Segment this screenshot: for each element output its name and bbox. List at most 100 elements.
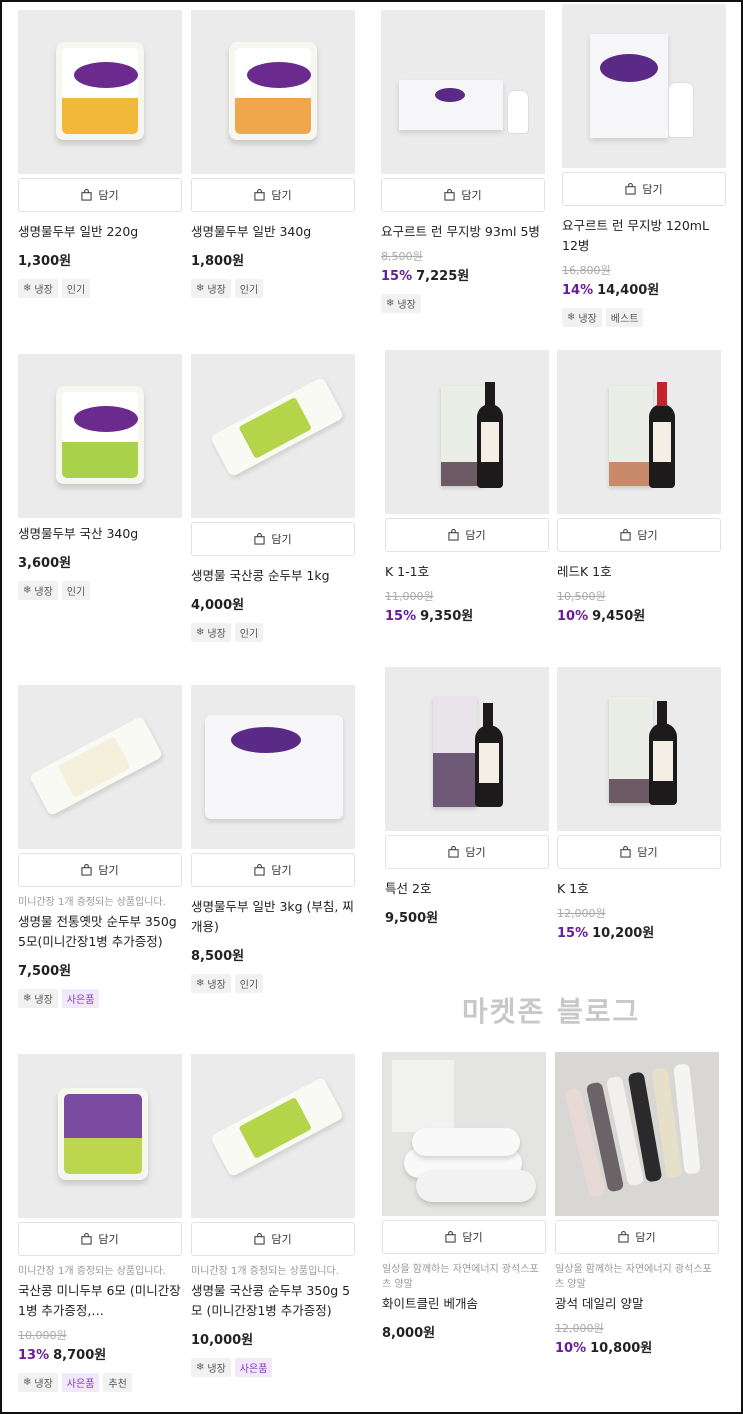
product-name[interactable]: 국산콩 미니두부 6모 (미니간장1병 추가증정,… bbox=[18, 1281, 182, 1321]
shopping-bag-icon bbox=[81, 864, 93, 876]
cart-label: 담기 bbox=[98, 864, 119, 877]
product-name[interactable]: 생명물두부 국산 340g bbox=[18, 524, 182, 544]
product-card[interactable]: 담기 일상을 함께하는 자연에너지 광석스포츠 양말 광석 데일리 양말 12,… bbox=[555, 1052, 719, 1356]
product-card[interactable]: 담기 요구르트 런 무지방 120mL 12병 16,800원 14% 14,40… bbox=[562, 4, 726, 327]
product-image[interactable] bbox=[557, 667, 721, 831]
product-image[interactable] bbox=[191, 1054, 355, 1218]
product-card[interactable]: 담기 미니간장 1개 증정되는 상품입니다. 생명물 전통옛맛 순두부 350g… bbox=[18, 685, 182, 1008]
discount-rate: 14% bbox=[562, 283, 594, 298]
snowflake-icon: ❄ bbox=[196, 283, 205, 294]
product-card[interactable]: 담기 미니간장 1개 증정되는 상품입니다. 국산콩 미니두부 6모 (미니간장… bbox=[18, 1054, 182, 1392]
product-card[interactable]: 담기 생명물두부 일반 3kg (부침, 찌개용) 8,500원 ❄ 냉장 인기 bbox=[191, 685, 355, 993]
shopping-bag-icon bbox=[445, 1231, 457, 1243]
cart-label: 담기 bbox=[642, 183, 663, 196]
product-image[interactable] bbox=[18, 354, 182, 518]
product-price: 14% 14,400원 bbox=[562, 283, 660, 298]
product-name[interactable]: K 1-1호 bbox=[385, 562, 549, 582]
product-card[interactable]: 담기 생명물두부 일반 220g 1,300원 ❄ 냉장 인기 bbox=[18, 10, 182, 298]
add-to-cart-button[interactable]: 담기 bbox=[557, 518, 721, 552]
product-name[interactable]: 생명물 국산콩 순두부 1kg bbox=[191, 566, 355, 586]
add-to-cart-button[interactable]: 담기 bbox=[191, 853, 355, 887]
product-image[interactable] bbox=[191, 685, 355, 849]
product-card[interactable]: 담기 일상을 함께하는 자연에너지 광석스포츠 양말 화이트클린 베개솜 8,0… bbox=[382, 1052, 546, 1341]
add-to-cart-button[interactable]: 담기 bbox=[385, 518, 549, 552]
product-name[interactable]: 생명물 전통옛맛 순두부 350g 5모(미니간장1병 추가증정) bbox=[18, 912, 182, 952]
add-to-cart-button[interactable]: 담기 bbox=[381, 178, 545, 212]
product-name[interactable]: 광석 데일리 양말 bbox=[555, 1294, 719, 1314]
product-image[interactable] bbox=[381, 10, 545, 174]
product-card[interactable]: 생명물두부 국산 340g 3,600원 ❄ 냉장 인기 bbox=[18, 354, 182, 600]
product-name[interactable]: 생명물두부 일반 340g bbox=[191, 222, 355, 242]
product-image[interactable] bbox=[562, 4, 726, 168]
shopping-bag-icon bbox=[81, 1233, 93, 1245]
add-to-cart-button[interactable]: 담기 bbox=[18, 178, 182, 212]
product-card[interactable]: 담기 레드K 1호 10,500원 10% 9,450원 bbox=[557, 350, 721, 624]
snowflake-icon: ❄ bbox=[196, 627, 205, 638]
product-card[interactable]: 담기 생명물 국산콩 순두부 1kg 4,000원 ❄ 냉장 인기 bbox=[191, 354, 355, 642]
tag-refrigerated: ❄ 냉장 bbox=[191, 1358, 231, 1377]
snowflake-icon: ❄ bbox=[23, 283, 32, 294]
cart-label: 담기 bbox=[637, 529, 658, 542]
product-name[interactable]: 생명물두부 일반 3kg (부침, 찌개용) bbox=[191, 897, 355, 937]
product-image[interactable] bbox=[382, 1052, 546, 1216]
tag-popular: 인기 bbox=[234, 974, 264, 993]
shopping-bag-icon bbox=[625, 183, 637, 195]
add-to-cart-button[interactable]: 담기 bbox=[557, 835, 721, 869]
snowflake-icon: ❄ bbox=[23, 585, 32, 596]
cart-label: 담기 bbox=[465, 529, 486, 542]
product-card[interactable]: 담기 특선 2호 9,500원 bbox=[385, 667, 549, 926]
snowflake-icon: ❄ bbox=[386, 298, 395, 309]
product-image[interactable] bbox=[191, 354, 355, 518]
add-to-cart-button[interactable]: 담기 bbox=[18, 853, 182, 887]
product-image[interactable] bbox=[18, 685, 182, 849]
product-name[interactable]: 레드K 1호 bbox=[557, 562, 721, 582]
snowflake-icon: ❄ bbox=[196, 1362, 205, 1373]
tag-popular: 인기 bbox=[61, 279, 91, 298]
add-to-cart-button[interactable]: 담기 bbox=[191, 178, 355, 212]
product-name[interactable]: 요구르트 런 무지방 93ml 5병 bbox=[381, 222, 545, 242]
product-name[interactable]: 생명물 국산콩 순두부 350g 5모 (미니간장1병 추가증정) bbox=[191, 1281, 355, 1321]
add-to-cart-button[interactable]: 담기 bbox=[385, 835, 549, 869]
product-card[interactable]: 담기 생명물두부 일반 340g 1,800원 ❄ 냉장 인기 bbox=[191, 10, 355, 298]
add-to-cart-button[interactable]: 담기 bbox=[382, 1220, 546, 1254]
tag-refrigerated: ❄ 냉장 bbox=[18, 1373, 58, 1392]
product-image[interactable] bbox=[191, 10, 355, 174]
snowflake-icon: ❄ bbox=[567, 312, 576, 323]
add-to-cart-button[interactable]: 담기 bbox=[191, 1222, 355, 1256]
product-name[interactable]: 특선 2호 bbox=[385, 879, 549, 899]
add-to-cart-button[interactable]: 담기 bbox=[562, 172, 726, 206]
original-price: 10,000원 bbox=[18, 1329, 67, 1342]
snowflake-icon: ❄ bbox=[23, 1377, 32, 1388]
cart-label: 담기 bbox=[271, 864, 292, 877]
product-image[interactable] bbox=[557, 350, 721, 514]
discount-rate: 15% bbox=[557, 926, 589, 941]
product-price: 8,000원 bbox=[382, 1326, 436, 1341]
tag-refrigerated: ❄ 냉장 bbox=[191, 974, 231, 993]
product-card[interactable]: 담기 요구르트 런 무지방 93ml 5병 8,500원 15% 7,225원 ❄… bbox=[381, 10, 545, 313]
original-price: 10,500원 bbox=[557, 590, 606, 603]
add-to-cart-button[interactable]: 담기 bbox=[555, 1220, 719, 1254]
product-name[interactable]: 요구르트 런 무지방 120mL 12병 bbox=[562, 216, 726, 256]
cart-label: 담기 bbox=[98, 189, 119, 202]
product-image[interactable] bbox=[385, 667, 549, 831]
product-image[interactable] bbox=[18, 10, 182, 174]
add-to-cart-button[interactable]: 담기 bbox=[18, 1222, 182, 1256]
product-image[interactable] bbox=[385, 350, 549, 514]
cart-label: 담기 bbox=[637, 846, 658, 859]
product-price: 15% 10,200원 bbox=[557, 926, 655, 941]
product-name[interactable]: K 1호 bbox=[557, 879, 721, 899]
product-description: 미니간장 1개 증정되는 상품입니다. bbox=[191, 1266, 339, 1277]
tag-gift: 사은품 bbox=[61, 1373, 100, 1392]
product-card[interactable]: 담기 K 1-1호 11,000원 15% 9,350원 bbox=[385, 350, 549, 624]
product-image[interactable] bbox=[18, 1054, 182, 1218]
product-description: 미니간장 1개 증정되는 상품입니다. bbox=[18, 897, 166, 908]
product-name[interactable]: 생명물두부 일반 220g bbox=[18, 222, 182, 242]
product-image[interactable] bbox=[555, 1052, 719, 1216]
tag-refrigerated: ❄ 냉장 bbox=[191, 623, 231, 642]
product-description: 미니간장 1개 증정되는 상품입니다. bbox=[18, 1266, 166, 1277]
product-card[interactable]: 담기 K 1호 12,000원 15% 10,200원 bbox=[557, 667, 721, 941]
add-to-cart-button[interactable]: 담기 bbox=[191, 522, 355, 556]
tag-recommended: 추천 bbox=[103, 1373, 132, 1392]
product-card[interactable]: 담기 미니간장 1개 증정되는 상품입니다. 생명물 국산콩 순두부 350g … bbox=[191, 1054, 355, 1377]
product-name[interactable]: 화이트클린 베개솜 bbox=[382, 1294, 546, 1314]
